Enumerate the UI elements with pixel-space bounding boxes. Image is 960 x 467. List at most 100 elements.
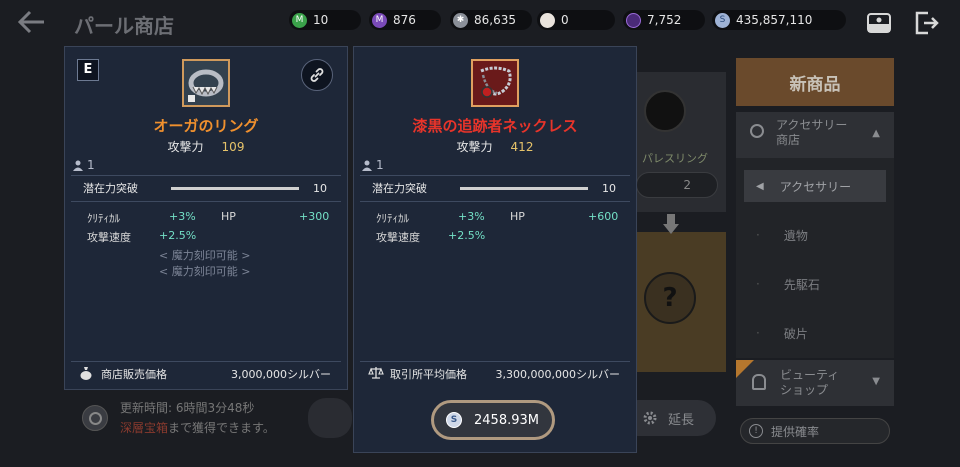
item-name: オーガのリング xyxy=(153,117,259,135)
corner-badge xyxy=(736,360,754,378)
divider xyxy=(360,361,630,362)
silver-balance-display[interactable]: S 2458.93M xyxy=(431,400,555,440)
gear-icon xyxy=(643,411,657,425)
odds-button[interactable]: ! 提供確率 xyxy=(740,418,890,444)
item-detail-card-left: E オーガのリング 攻撃力 109 1 潜在力突破 10 ｸﾘﾃｨｶﾙ +3% H… xyxy=(64,46,348,390)
sidebar-item-relic[interactable]: · 遺物 xyxy=(744,219,886,251)
currency-value: 876 xyxy=(393,13,416,27)
page-title: パール商店 xyxy=(74,14,174,38)
extend-label: 延長 xyxy=(667,412,694,428)
potential-bar xyxy=(171,187,299,190)
ogre-ring-icon xyxy=(182,59,230,107)
obtain-rest: まで獲得できます。 xyxy=(168,421,275,435)
sidebar-item-label: 遺物 xyxy=(783,228,808,243)
stat-label: 攻撃力 xyxy=(456,140,493,154)
divider xyxy=(71,361,341,362)
potential-row: 潜在力突破 10 xyxy=(71,177,341,199)
beauty-shop-group[interactable]: ビューティ ショップ ▼ xyxy=(736,360,894,406)
option-label: HP xyxy=(510,210,525,223)
option-label: ｸﾘﾃｨｶﾙ xyxy=(376,212,409,225)
currency-silver[interactable]: S 435,857,110 xyxy=(712,10,846,30)
option-value: +600 xyxy=(588,210,619,223)
sidebar-item-label: 破片 xyxy=(783,326,808,341)
sidebar-item-label: アクセサリー xyxy=(779,179,852,194)
beauty-shop-label: ビューティ ショップ xyxy=(780,368,840,397)
price-label: 商店販売価格 xyxy=(101,368,167,381)
question-mark-icon: ? xyxy=(644,272,696,324)
pearl-icon xyxy=(540,12,555,28)
option-label: 攻撃速度 xyxy=(87,231,131,244)
main-stat: 攻撃力 109 xyxy=(65,138,347,155)
accessory-shop-group[interactable]: アクセサリー 商店 ▲ xyxy=(736,112,894,158)
price-row: 取引所平均価格 3,300,000,000シルバー xyxy=(360,363,630,385)
obtain-text: 深層宝箱まで獲得できます。 xyxy=(120,419,275,436)
new-items-button[interactable]: 新商品 xyxy=(736,58,894,106)
search-icon[interactable] xyxy=(82,405,108,431)
currency-value: 435,857,110 xyxy=(736,13,813,27)
stat-value: 109 xyxy=(221,140,245,154)
exit-icon[interactable] xyxy=(914,10,940,36)
potential-label: 潜在力突破 xyxy=(83,182,138,195)
sidebar-item-fragment[interactable]: · 破片 xyxy=(744,317,886,349)
currency-value: 7,752 xyxy=(647,13,682,27)
enhance-value: 1 xyxy=(87,158,95,172)
chevron-down-icon: ▼ xyxy=(872,376,880,387)
option-label: ｸﾘﾃｨｶﾙ xyxy=(87,212,120,225)
divider xyxy=(360,175,630,176)
potential-value: 10 xyxy=(602,181,616,195)
potential-value: 10 xyxy=(313,181,327,195)
gear-token-icon: ✱ xyxy=(453,12,468,28)
odds-label: 提供確率 xyxy=(771,424,820,439)
down-arrow-icon xyxy=(663,214,679,234)
option-label: HP xyxy=(221,210,236,223)
mystery-item-card: ? xyxy=(636,232,726,372)
potential-label: 潜在力突破 xyxy=(372,182,427,195)
silver-coin-icon: S xyxy=(715,12,730,28)
currency-pearl[interactable]: 0 xyxy=(537,10,615,30)
currency-purple-token[interactable]: M 876 xyxy=(369,10,441,30)
stat-value: 412 xyxy=(510,140,534,154)
currency-value: 86,635 xyxy=(474,13,516,27)
option-label: 攻撃速度 xyxy=(376,231,420,244)
price-row: 商店販売価格 3,000,000シルバー xyxy=(71,363,341,385)
item-name: 漆黒の追跡者ネックレス xyxy=(412,117,578,135)
back-arrow-icon[interactable] xyxy=(16,8,48,36)
divider xyxy=(71,201,341,202)
necklace-icon xyxy=(471,59,519,107)
inventory-box-icon[interactable] xyxy=(866,10,892,36)
price-value: 3,300,000,000シルバー xyxy=(495,368,620,381)
divider xyxy=(360,201,630,202)
sidebar-item-pioneer-stone[interactable]: · 先駆石 xyxy=(744,268,886,300)
currency-value: 0 xyxy=(561,13,569,27)
sidebar-item-label: 先駆石 xyxy=(783,277,820,292)
scale-icon xyxy=(368,366,384,383)
beauty-icon xyxy=(752,374,766,390)
purple-m-token-icon: M xyxy=(372,12,387,28)
faded-button-left xyxy=(308,398,352,438)
currency-value: 10 xyxy=(313,13,329,27)
stat-label: 攻撃力 xyxy=(167,140,204,154)
currency-dark-orb[interactable]: 7,752 xyxy=(623,10,705,30)
silver-coin-icon: S xyxy=(446,412,462,428)
currency-gear-token[interactable]: ✱ 86,635 xyxy=(450,10,532,30)
ring-icon xyxy=(750,124,764,138)
link-button[interactable] xyxy=(301,59,333,91)
engrave-slot: < 魔力刻印可能 > xyxy=(159,265,251,278)
person-icon xyxy=(73,160,83,171)
silver-balance-value: 2458.93M xyxy=(474,412,539,428)
top-bar: パール商店 M 10 M 876 ✱ 86,635 0 7,752 S 435,… xyxy=(0,0,960,44)
refresh-time-text: 更新時間: 6時間3分48秒 xyxy=(120,401,255,415)
money-bag-icon xyxy=(79,366,95,383)
currency-green-token[interactable]: M 10 xyxy=(289,10,361,30)
option-value: +3% xyxy=(169,210,196,223)
price-value: 3,000,000シルバー xyxy=(231,368,331,381)
grade-badge: E xyxy=(77,59,99,81)
accessory-shop-label: アクセサリー 商店 xyxy=(776,118,848,147)
option-value: +3% xyxy=(458,210,485,223)
obtain-highlight: 深層宝箱 xyxy=(120,421,169,435)
divider xyxy=(71,175,341,176)
link-icon xyxy=(310,68,324,82)
sidebar-item-accessory[interactable]: ◀ アクセサリー xyxy=(744,170,886,202)
engrave-slot: < 魔力刻印可能 > xyxy=(159,249,251,262)
faded-ring-label: パレスリング xyxy=(642,152,708,165)
